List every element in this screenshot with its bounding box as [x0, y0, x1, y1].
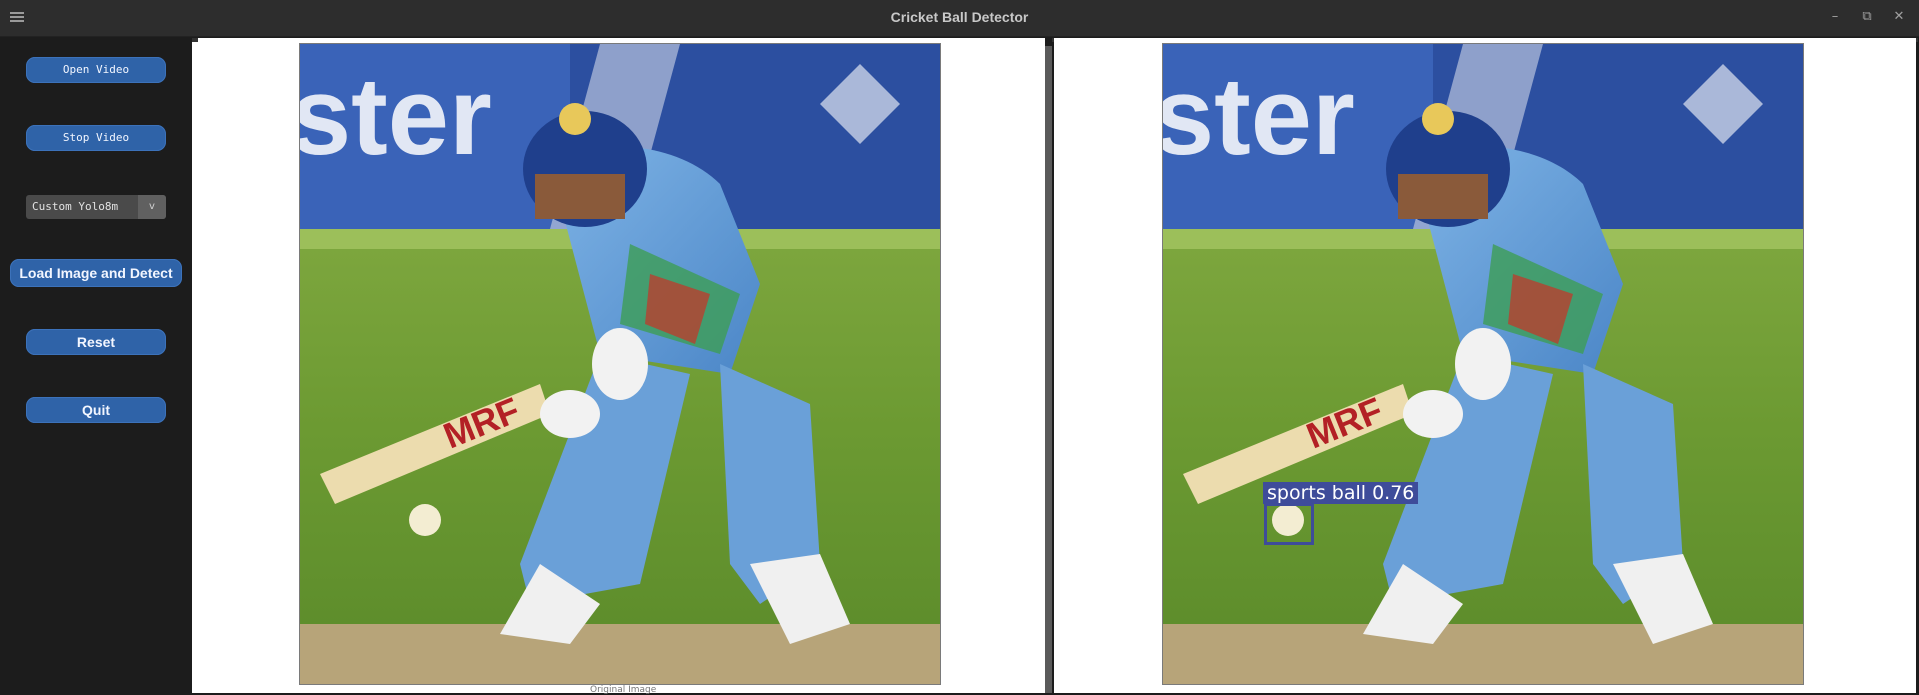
detected-image-pane: sports ball 0.76: [1054, 38, 1916, 693]
close-icon[interactable]: ✕: [1890, 8, 1908, 26]
reset-button[interactable]: Reset: [26, 329, 166, 355]
pane-splitter[interactable]: [1045, 46, 1052, 693]
title-bar: Cricket Ball Detector – ⧉ ✕: [0, 0, 1919, 37]
model-select-value: Custom Yolo8m: [32, 200, 119, 213]
minimize-icon[interactable]: –: [1826, 8, 1844, 26]
chevron-down-icon[interactable]: v: [138, 195, 166, 219]
sidebar: Open Video Stop Video Custom Yolo8m v Lo…: [0, 37, 192, 693]
detected-image: sports ball 0.76: [1162, 43, 1804, 685]
original-image-caption: Original Image: [590, 685, 657, 695]
detection-label: sports ball 0.76: [1263, 482, 1419, 504]
model-select[interactable]: Custom Yolo8m v: [26, 195, 166, 219]
maximize-icon[interactable]: ⧉: [1858, 8, 1876, 26]
quit-button[interactable]: Quit: [26, 397, 166, 423]
window-title: Cricket Ball Detector: [890, 9, 1029, 25]
original-image-pane: Original Image: [192, 38, 1045, 695]
resize-handle[interactable]: [192, 38, 198, 42]
load-image-detect-button[interactable]: Load Image and Detect: [10, 259, 182, 287]
original-image: [299, 43, 941, 685]
original-photo: [300, 44, 940, 684]
detection-box: [1264, 503, 1314, 545]
open-video-button[interactable]: Open Video: [26, 57, 166, 83]
stop-video-button[interactable]: Stop Video: [26, 125, 166, 151]
detected-photo: [1163, 44, 1803, 684]
